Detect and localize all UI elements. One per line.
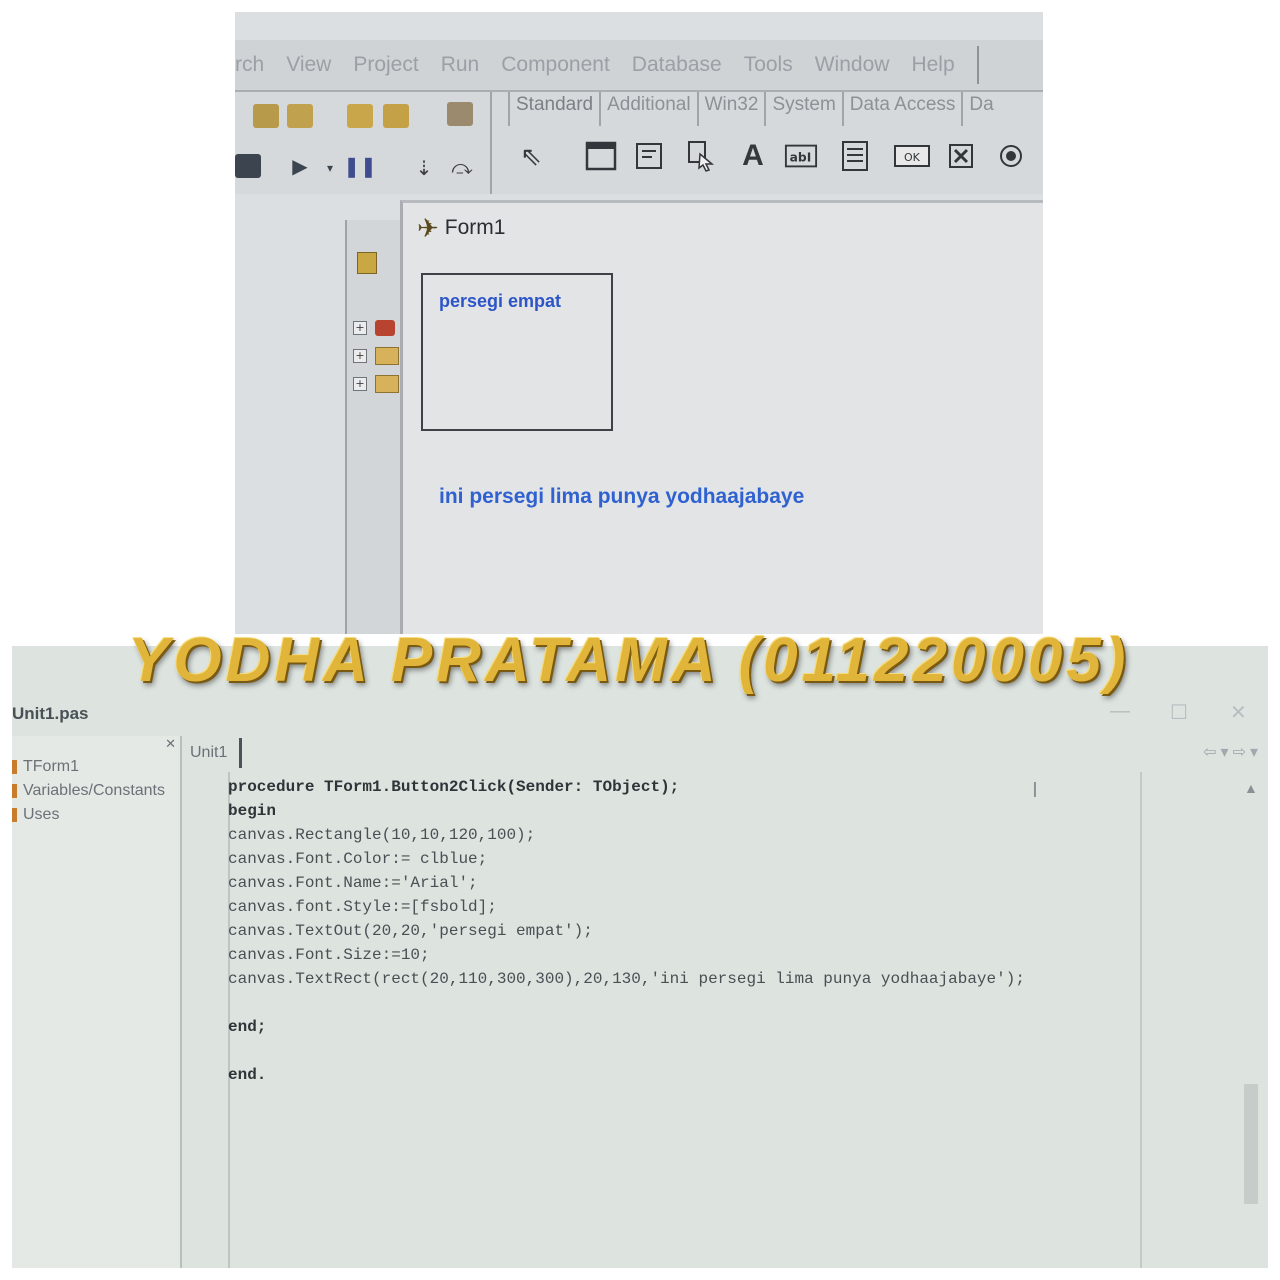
code-line: end; (228, 1018, 267, 1036)
menu-search[interactable]: rch (235, 53, 264, 77)
expand-icon[interactable]: + (353, 377, 367, 391)
folder-icon (12, 784, 17, 798)
pause-icon[interactable]: ❚❚ (343, 154, 377, 178)
menu-help[interactable]: Help (911, 53, 954, 77)
code-line: canvas.Font.Color:= clblue; (228, 850, 488, 868)
class-icon (12, 760, 17, 774)
radio-icon[interactable] (994, 138, 1028, 174)
menu-bar: rch View Project Run Component Database … (235, 40, 1043, 92)
menu-database[interactable]: Database (632, 53, 722, 77)
explorer-close-icon[interactable]: ✕ (165, 736, 176, 752)
expand-icon[interactable]: + (353, 321, 367, 335)
menu-view[interactable]: View (286, 53, 331, 77)
tab-data-access[interactable]: Data Access (841, 92, 962, 126)
menu-run[interactable]: Run (441, 53, 480, 77)
pointer-icon[interactable]: ⇖ (514, 138, 548, 174)
label-icon[interactable]: A (736, 138, 770, 174)
tab-win32[interactable]: Win32 (696, 92, 765, 126)
scroll-up-icon[interactable]: ▲ (1244, 780, 1258, 796)
explorer-item-tform1[interactable]: TForm1 (12, 758, 79, 776)
edit-icon[interactable]: abI (784, 138, 818, 174)
checkbox-icon[interactable] (944, 138, 978, 174)
tab-standard[interactable]: Standard (508, 92, 599, 126)
menu-window[interactable]: Window (815, 53, 890, 77)
folder-icon (375, 347, 399, 365)
trace-into-icon[interactable]: ⇣ (411, 156, 437, 180)
editor-tab-bar: Unit1 ⇦▾⇨▾ (182, 738, 1268, 768)
form1-title: Form1 (444, 216, 506, 239)
tab-system[interactable]: System (764, 92, 841, 126)
explorer-item-label: Uses (23, 806, 60, 823)
code-line: procedure TForm1.Button2Click(Sender: TO… (228, 778, 680, 796)
close-icon[interactable]: ✕ (1230, 700, 1247, 725)
frame-icon[interactable] (584, 138, 618, 174)
delphi-ide-screenshot: rch View Project Run Component Database … (235, 12, 1043, 634)
svg-text:OK: OK (904, 151, 921, 164)
save-all-icon[interactable] (287, 104, 313, 128)
explorer-item-label: TForm1 (23, 758, 79, 775)
tab-unit1[interactable]: Unit1 (182, 738, 243, 768)
code-explorer: ✕ TForm1 Variables/Constants Uses (12, 736, 182, 1268)
toolbar-area: ▶ ▾ ❚❚ ⇣ ⤼ Standard Additional Win32 Sys… (235, 92, 1043, 194)
editor-title: Unit1.pas (12, 704, 89, 723)
author-watermark: Yodha pratama (011220005) (128, 625, 1130, 695)
code-line: canvas.TextOut(20,20,'persegi empat'); (228, 922, 593, 940)
open-file-icon[interactable] (347, 104, 373, 128)
menu-tools[interactable]: Tools (744, 53, 793, 77)
menu-separator (976, 46, 979, 84)
run-dropdown-icon[interactable]: ▾ (317, 156, 343, 180)
nav-arrows-icon[interactable]: ⇦▾⇨▾ (1203, 742, 1262, 762)
menu-component[interactable]: Component (501, 53, 610, 77)
svg-text:abI: abI (790, 151, 812, 165)
code-line: canvas.Font.Size:=10; (228, 946, 430, 964)
explorer-item-variables[interactable]: Variables/Constants (12, 782, 165, 800)
code-line: canvas.Font.Name:='Arial'; (228, 874, 478, 892)
canvas-text-pentagon: ini persegi lima punya yodhaajabaye (439, 485, 805, 508)
tab-additional[interactable]: Additional (599, 92, 696, 126)
code-editor[interactable]: procedure TForm1.Button2Click(Sender: TO… (228, 772, 1142, 1268)
component-icon (375, 320, 395, 336)
code-line: canvas.font.Style:=[fsbold]; (228, 898, 497, 916)
editor-gutter (190, 772, 230, 1268)
component-palette-tabs: Standard Additional Win32 System Data Ac… (508, 92, 1000, 126)
main-menu-icon[interactable] (632, 138, 666, 174)
code-line: canvas.Rectangle(10,10,120,100); (228, 826, 536, 844)
button-icon[interactable]: OK (892, 138, 932, 174)
memo-icon[interactable] (838, 138, 872, 174)
menu-project[interactable]: Project (353, 53, 418, 77)
speed-bar: ▶ ▾ ❚❚ ⇣ ⤼ (235, 92, 492, 194)
toggle-form-icon[interactable] (235, 154, 261, 178)
form1-titlebar[interactable]: ✈ Form1 (403, 203, 1043, 253)
expand-icon[interactable]: + (353, 349, 367, 363)
canvas-text-square: persegi empat (439, 291, 562, 311)
explorer-item-uses[interactable]: Uses (12, 806, 59, 824)
form1-window: ✈ Form1 persegi empat ini persegi lima p… (400, 200, 1043, 634)
add-file-icon[interactable] (383, 104, 409, 128)
run-icon[interactable]: ▶ (287, 154, 313, 178)
open-project-icon[interactable] (253, 104, 279, 128)
page-icon (357, 252, 377, 274)
scroll-thumb[interactable] (1244, 1084, 1258, 1204)
step-over-icon[interactable]: ⤼ (449, 156, 475, 180)
code-line: end. (228, 1066, 267, 1084)
tab-data-controls[interactable]: Da (961, 92, 999, 126)
ibeam-cursor-icon: I (1032, 778, 1038, 802)
code-line: begin (228, 802, 277, 820)
folder-icon (375, 375, 399, 393)
folder-icon (12, 808, 17, 822)
vertical-scrollbar[interactable]: ▲ (1240, 772, 1262, 1268)
component-palette: ⇖ A abI OK (508, 132, 1043, 192)
code-editor-screenshot: Unit1.pas — ☐ ✕ ✕ TForm1 Variables/Const… (12, 646, 1268, 1268)
help-book-icon[interactable] (447, 102, 473, 126)
popup-menu-icon[interactable] (684, 138, 718, 174)
explorer-item-label: Variables/Constants (23, 782, 165, 799)
delphi-form-icon: ✈ (417, 212, 439, 243)
code-line: canvas.TextRect(rect(20,110,300,300),20,… (228, 970, 1025, 988)
